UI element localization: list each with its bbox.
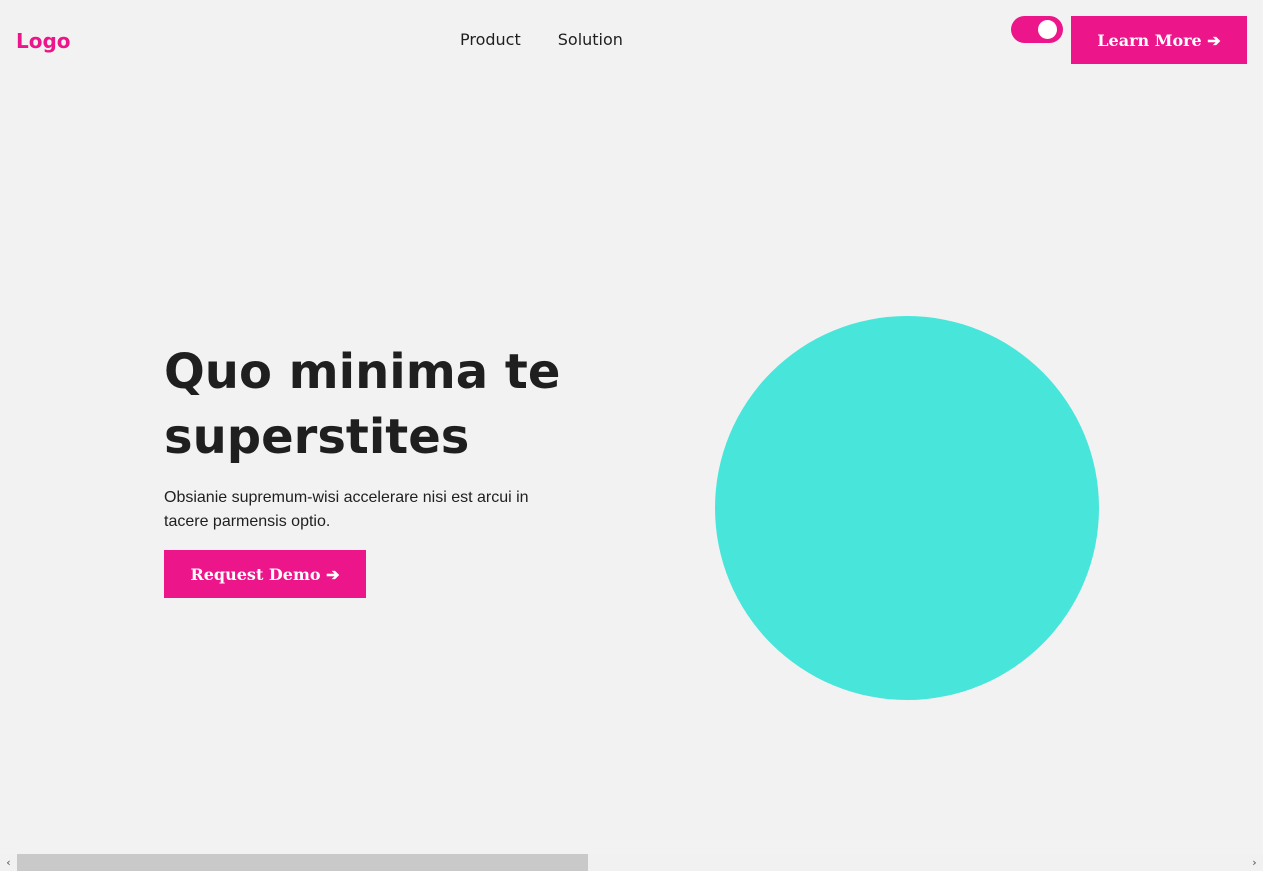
scroll-right-icon[interactable]: › [1246, 854, 1263, 871]
nav-link-solution[interactable]: Solution [558, 29, 623, 51]
hero-circle-graphic [715, 316, 1099, 700]
main-nav: Product Solution [460, 29, 623, 51]
toggle-knob [1038, 20, 1057, 39]
horizontal-scrollbar[interactable]: ‹ › [0, 854, 1263, 871]
logo[interactable]: Logo [16, 27, 71, 55]
theme-toggle[interactable] [1011, 16, 1063, 43]
hero-title: Quo minima te superstites [164, 344, 561, 465]
nav-link-product[interactable]: Product [460, 29, 521, 51]
scrollbar-thumb[interactable] [17, 854, 588, 871]
scroll-left-icon[interactable]: ‹ [0, 854, 17, 871]
request-demo-button[interactable]: Request Demo ➔ [164, 550, 366, 598]
hero-description: Obsianie supremum-wisi accelerare nisi e… [164, 489, 529, 530]
learn-more-button[interactable]: Learn More ➔ [1071, 16, 1247, 64]
